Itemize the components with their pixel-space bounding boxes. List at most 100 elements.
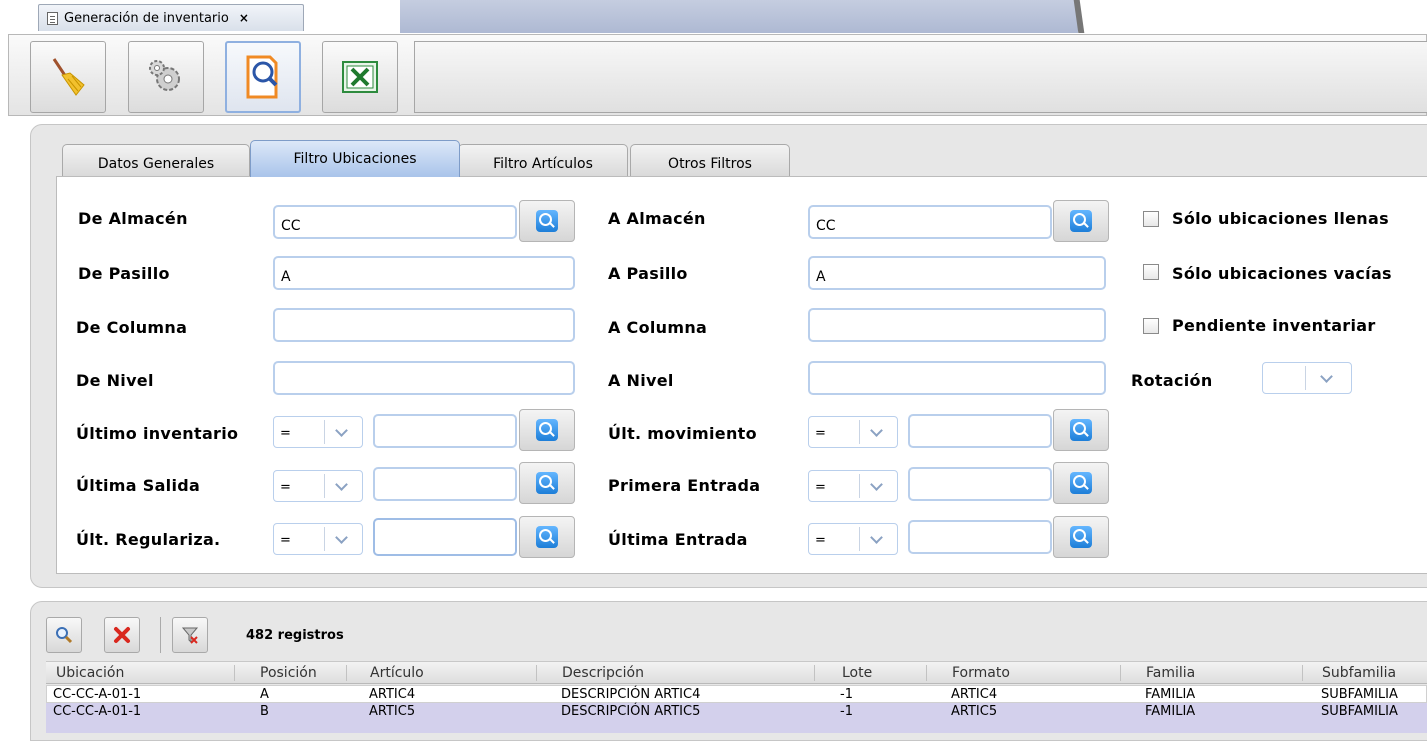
table-row[interactable]: CC-CC-A-01-1 A ARTIC4 DESCRIPCIÓN ARTIC4… [46, 685, 1427, 703]
ult-regulariza-date[interactable] [373, 518, 517, 556]
grid-delete-button[interactable] [104, 617, 140, 653]
cell-descripcion: DESCRIPCIÓN ARTIC5 [561, 704, 701, 719]
col-posicion[interactable]: Posición [260, 665, 317, 681]
ultima-salida-operator[interactable]: = [273, 470, 363, 502]
settings-button[interactable] [128, 41, 204, 113]
pendiente-checkbox[interactable] [1143, 318, 1159, 334]
document-icon [47, 11, 58, 25]
primera-entrada-date[interactable] [908, 467, 1052, 501]
cell-articulo: ARTIC5 [369, 704, 416, 719]
cell-posicion: B [260, 704, 269, 719]
ult-movimiento-search-button[interactable] [1053, 409, 1109, 451]
ultima-entrada-operator[interactable]: = [808, 523, 898, 555]
operator-value: = [280, 480, 291, 495]
search-document-icon [246, 55, 278, 99]
a-almacen-input[interactable]: CC [808, 205, 1052, 239]
chevron-down-icon [859, 474, 893, 498]
ult-regulariza-label: Últ. Regulariza. [76, 530, 221, 549]
cell-ubicacion: CC-CC-A-01-1 [53, 687, 142, 702]
rotacion-select[interactable] [1262, 362, 1352, 394]
search-icon [1070, 419, 1092, 441]
chevron-down-icon [324, 420, 358, 444]
ultima-entrada-search-button[interactable] [1053, 516, 1109, 558]
rotacion-label: Rotación [1131, 371, 1213, 390]
search-icon [1070, 526, 1092, 548]
ultimo-inventario-label: Último inventario [76, 424, 239, 443]
solo-vacias-checkbox[interactable] [1143, 264, 1159, 280]
ult-movimiento-date[interactable] [908, 414, 1052, 448]
a-columna-label: A Columna [608, 318, 708, 337]
a-columna-input[interactable] [808, 308, 1106, 342]
tab-datos-generales[interactable]: Datos Generales [62, 144, 250, 176]
table-header: Ubicación Posición Artículo Descripción … [46, 661, 1427, 684]
operator-value: = [815, 426, 826, 441]
a-almacen-search-button[interactable] [1053, 200, 1109, 242]
ultima-entrada-date[interactable] [908, 520, 1052, 554]
chevron-down-icon [1305, 366, 1347, 390]
ultima-salida-date[interactable] [373, 467, 517, 501]
de-nivel-input[interactable] [273, 361, 575, 395]
document-tab-title: Generación de inventario [64, 10, 229, 26]
document-tab[interactable]: Generación de inventario × [38, 4, 304, 31]
a-pasillo-label: A Pasillo [608, 264, 688, 283]
gears-icon [149, 60, 180, 91]
col-subfamilia[interactable]: Subfamilia [1322, 665, 1396, 681]
delete-x-icon [114, 627, 130, 643]
export-excel-button[interactable] [322, 41, 398, 113]
excel-icon [342, 61, 378, 93]
search-document-button[interactable] [225, 41, 301, 113]
cell-articulo: ARTIC4 [369, 687, 416, 702]
ult-regulariza-operator[interactable]: = [273, 523, 363, 555]
a-nivel-label: A Nivel [608, 371, 674, 390]
col-lote[interactable]: Lote [842, 665, 872, 681]
de-columna-label: De Columna [76, 318, 188, 337]
toolbar-empty-area [414, 41, 1427, 113]
cell-familia: FAMILIA [1145, 704, 1196, 719]
table-row-selected[interactable]: CC-CC-A-01-1 B ARTIC5 DESCRIPCIÓN ARTIC5… [46, 703, 1427, 733]
chevron-down-icon [324, 474, 358, 498]
record-count: 482 registros [246, 628, 344, 643]
clear-button[interactable] [30, 41, 106, 113]
solo-llenas-checkbox[interactable] [1143, 211, 1159, 227]
cell-lote: -1 [840, 704, 853, 719]
a-pasillo-input[interactable]: A [808, 256, 1106, 290]
search-icon [536, 210, 558, 232]
ultimo-inventario-search-button[interactable] [519, 409, 575, 451]
search-icon [1070, 472, 1092, 494]
col-articulo[interactable]: Artículo [370, 665, 424, 681]
de-almacen-label: De Almacén [78, 209, 188, 228]
ult-regulariza-search-button[interactable] [519, 516, 575, 558]
de-columna-input[interactable] [273, 308, 575, 342]
col-formato[interactable]: Formato [952, 665, 1010, 681]
primera-entrada-operator[interactable]: = [808, 470, 898, 502]
tab-filtro-articulos[interactable]: Filtro Artículos [458, 144, 628, 176]
primera-entrada-search-button[interactable] [1053, 462, 1109, 504]
operator-value: = [280, 426, 291, 441]
cell-familia: FAMILIA [1145, 687, 1196, 702]
ultimo-inventario-date[interactable] [373, 414, 517, 448]
de-almacen-search-button[interactable] [519, 200, 575, 242]
col-ubicacion[interactable]: Ubicación [56, 665, 124, 681]
pendiente-label: Pendiente inventariar [1172, 316, 1376, 335]
tab-filtro-ubicaciones[interactable]: Filtro Ubicaciones [250, 140, 460, 177]
tab-otros-filtros[interactable]: Otros Filtros [630, 144, 790, 176]
de-almacen-input[interactable]: CC [273, 205, 517, 239]
grid-clear-filter-button[interactable] [172, 617, 208, 653]
close-tab-icon[interactable]: × [239, 11, 249, 25]
grid-search-button[interactable] [46, 617, 82, 653]
ultimo-inventario-operator[interactable]: = [273, 416, 363, 448]
col-descripcion[interactable]: Descripción [562, 665, 644, 681]
ultima-salida-search-button[interactable] [519, 462, 575, 504]
solo-vacias-label: Sólo ubicaciones vacías [1172, 264, 1392, 283]
a-nivel-input[interactable] [808, 361, 1106, 395]
ult-movimiento-operator[interactable]: = [808, 416, 898, 448]
search-icon [1070, 210, 1092, 232]
col-familia[interactable]: Familia [1146, 665, 1195, 681]
cell-formato: ARTIC5 [951, 704, 998, 719]
chevron-down-icon [859, 420, 893, 444]
cell-subfamilia: SUBFAMILIA [1321, 704, 1398, 719]
ultima-salida-label: Última Salida [76, 476, 201, 495]
filter-form [56, 176, 1427, 574]
operator-value: = [815, 533, 826, 548]
de-pasillo-input[interactable]: A [273, 256, 575, 290]
